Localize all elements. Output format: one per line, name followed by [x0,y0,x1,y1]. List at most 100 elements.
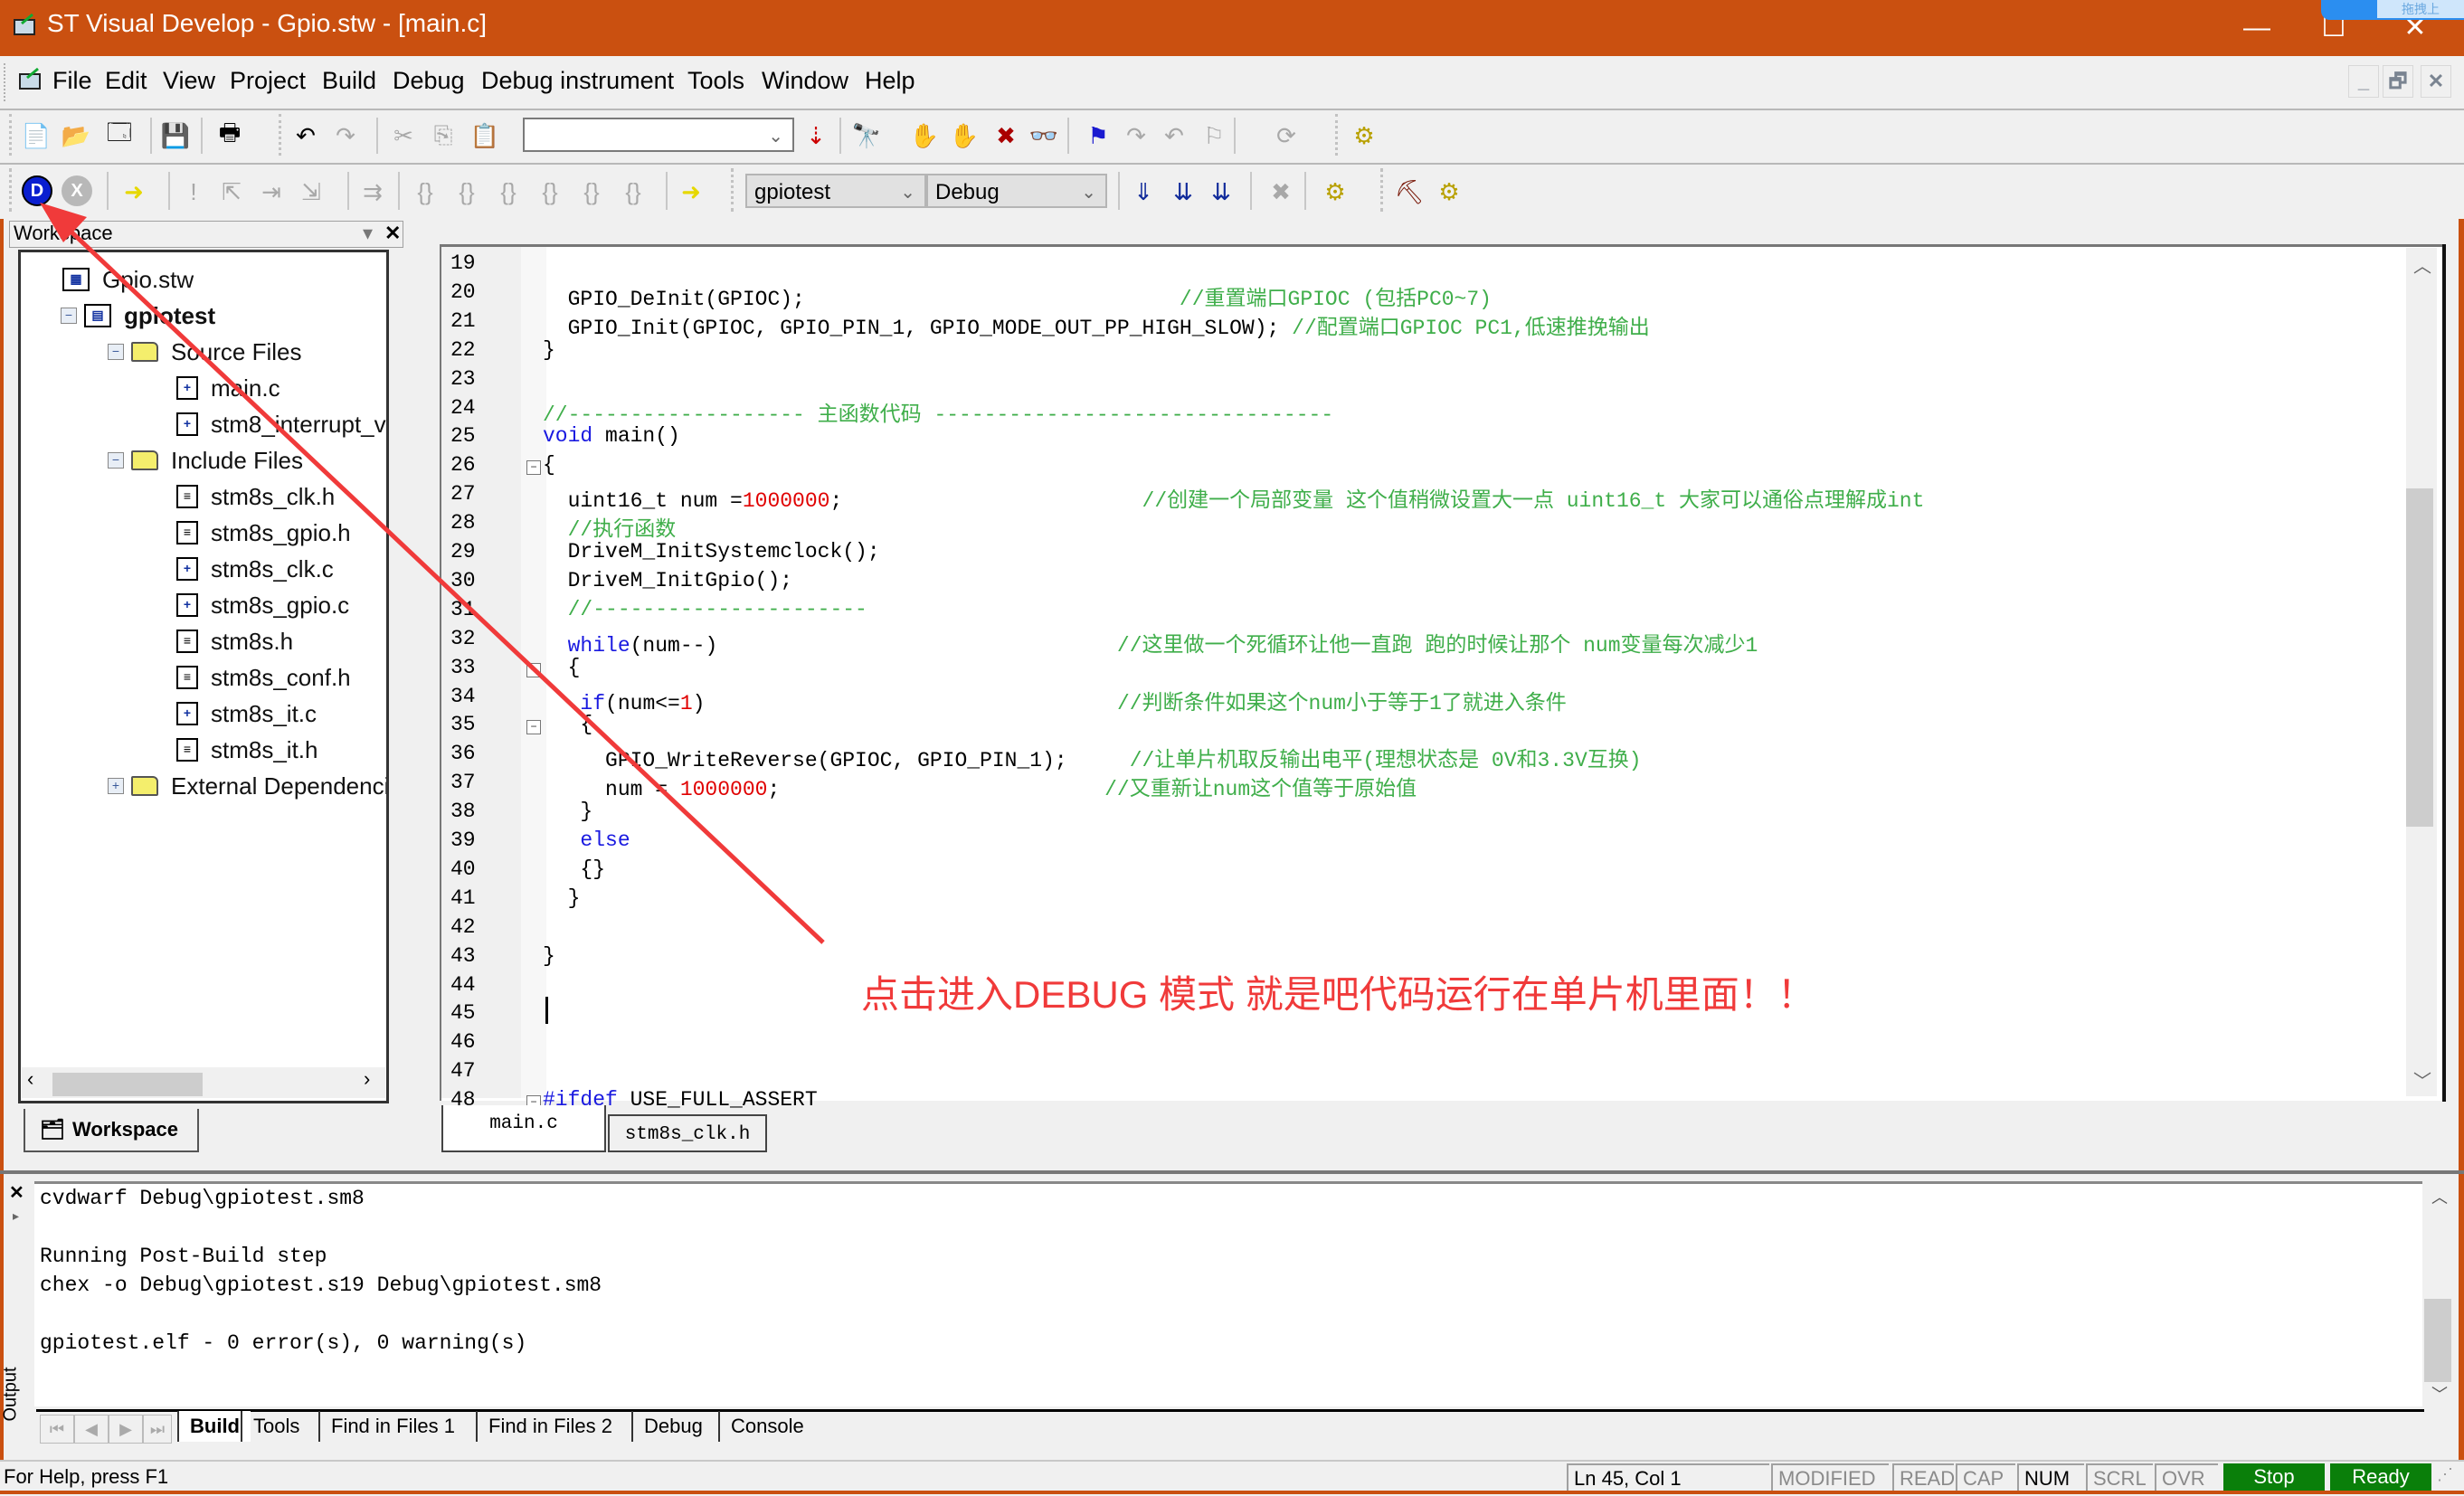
output-tab-find-in-files-1[interactable]: Find in Files 1 [318,1411,466,1442]
run-arrow-icon[interactable]: ➜ [118,175,150,208]
code-line[interactable]: {} [543,857,605,881]
tree-item[interactable]: − Include Files [108,442,303,478]
batch-build-icon[interactable]: ⚙ [1319,175,1351,208]
code-line[interactable]: //------------------- 主函数代码 ------------… [543,396,1333,427]
project-combo[interactable]: gpiotest ⌄ [745,174,926,208]
code-line[interactable]: { [543,453,555,477]
tree-item[interactable]: ≡ stm8s_conf.h [176,659,351,696]
step-brace-icon[interactable]: {} [409,175,441,208]
code-line[interactable]: while(num--) //这里做一个死循环让他一直跑 跑的时候让那个 num… [543,627,1758,658]
hand-disabled-icon[interactable]: ✋ [948,119,981,152]
code-line[interactable]: num = 1000000; //又重新让num这个值等于原始值 [543,771,1417,801]
tree-item[interactable]: ▦ Gpio.stw [62,261,194,298]
break-icon[interactable]: ! [177,175,210,208]
tree-item[interactable]: + External Dependencie [108,768,386,804]
scroll-down-icon[interactable]: ﹀ [2413,1066,2431,1093]
tree-item[interactable]: + stm8_interrupt_ve [176,406,386,442]
refresh-icon[interactable]: ⟳ [1270,119,1303,152]
next-bookmark-icon[interactable]: ↷ [1120,119,1152,152]
tree-item[interactable]: ≡ stm8s.h [176,623,293,659]
rebuild-all-icon[interactable]: ⇊ [1205,175,1237,208]
output-tab-tools[interactable]: Tools [241,1411,310,1442]
new-file-icon[interactable]: 📄 [20,119,52,152]
toolbar-grip[interactable] [1335,114,1345,156]
scrollbar-thumb[interactable] [2406,488,2433,827]
scroll-right-icon[interactable]: › [364,1067,370,1091]
step-brace-next-icon[interactable]: {} [617,175,649,208]
menu-help[interactable]: Help [865,67,915,95]
collapse-icon[interactable]: − [108,344,124,360]
scrollbar-thumb[interactable] [2424,1299,2451,1382]
toolbar-grip[interactable] [9,168,19,212]
tab-prev-icon[interactable]: ◀ [74,1415,109,1444]
tree-item[interactable]: − ▤ gpiotest [61,298,215,334]
binoculars-icon[interactable]: 🔭 [850,119,883,152]
menu-window[interactable]: Window [762,67,848,95]
editor-tab-main-c[interactable]: main.c [441,1105,606,1152]
code-line[interactable]: } [543,800,592,823]
tree-item[interactable]: ≡ stm8s_it.h [176,732,318,768]
scroll-up-icon[interactable]: ︿ [2431,1185,2448,1208]
workspace-tab[interactable]: 🗂 Workspace [24,1109,199,1152]
menu-tools[interactable]: Tools [687,67,744,95]
remove-breakpoints-icon[interactable]: ✖ [990,119,1022,152]
step-brace-over-icon[interactable]: {} [450,175,483,208]
prev-bookmark-icon[interactable]: ↶ [1158,119,1190,152]
open-file-icon[interactable]: 📂 [60,119,92,152]
code-line[interactable]: if(num<=1) //判断条件如果这个num小于等于1了就进入条件 [543,685,1566,715]
scroll-left-icon[interactable]: ‹ [27,1067,33,1091]
print-icon[interactable]: 🖶 [213,118,246,152]
new-window-icon[interactable]: 🗔 [103,118,136,152]
code-line[interactable]: void main() [543,424,680,448]
menu-file[interactable]: File [52,67,92,95]
code-line[interactable]: //---------------------- [543,598,867,621]
code-line[interactable]: //执行函数 [543,511,677,542]
code-line[interactable]: } [543,944,555,968]
collapse-icon[interactable]: − [108,452,124,469]
fold-collapse-icon[interactable]: − [526,720,541,735]
compile-icon[interactable]: ⇓ [1127,175,1160,208]
redo-icon[interactable]: ↷ [329,119,362,152]
menu-project[interactable]: Project [230,67,306,95]
programmer-icon[interactable]: ⛏ [1393,175,1426,208]
editor-tab-stm8s-clk-h[interactable]: stm8s_clk.h [608,1114,767,1152]
menu-build[interactable]: Build [322,67,376,95]
tools-settings-icon[interactable]: ⚙ [1433,175,1465,208]
mdi-close-button[interactable]: ✕ [2421,65,2451,98]
tab-next-icon[interactable]: ▶ [109,1415,143,1444]
output-splitter[interactable] [0,1170,2464,1174]
code-line[interactable]: } [543,338,555,362]
menu-view[interactable]: View [163,67,215,95]
mdi-restore-button[interactable]: 🗗 [2383,65,2413,98]
toolbar-grip[interactable] [9,114,19,156]
scroll-up-icon[interactable]: ︿ [2413,251,2431,278]
code-line[interactable]: GPIO_Init(GPIOC, GPIO_PIN_1, GPIO_MODE_O… [543,309,1650,340]
step-brace-into-icon[interactable]: {} [492,175,525,208]
scroll-down-icon[interactable]: ﹀ [2431,1382,2448,1406]
code-line[interactable]: { [543,656,581,679]
code-line[interactable]: uint16_t num =1000000; //创建一个局部变量 这个值稍微设… [543,482,1925,513]
scrollbar-thumb[interactable] [52,1073,203,1096]
build-tool-icon[interactable]: ⚙ [1348,119,1380,152]
overlay-badge[interactable]: 拖拽上 [2321,0,2464,20]
build-icon[interactable]: ⇊ [1167,175,1199,208]
toolbar-grip[interactable] [1380,168,1390,212]
code-line[interactable]: { [543,713,592,736]
code-line[interactable]: GPIO_WriteReverse(GPIOC, GPIO_PIN_1); //… [543,742,1642,772]
step-out-icon[interactable]: ⇲ [295,175,327,208]
stop-build-icon[interactable]: ✖ [1265,175,1297,208]
undo-icon[interactable]: ↶ [289,119,322,152]
tree-item[interactable]: + stm8s_it.c [176,696,317,732]
tree-item[interactable]: − Source Files [108,334,302,370]
bookmark-flag-icon[interactable]: ⚑ [1082,119,1114,152]
step-brace-out-icon[interactable]: {} [534,175,566,208]
step-over-icon[interactable]: ⇥ [255,175,288,208]
find-in-files-icon[interactable]: ⇣ [800,119,832,152]
minimize-button[interactable]: — [2225,7,2289,49]
output-tab-console[interactable]: Console [718,1411,815,1442]
output-tab-debug[interactable]: Debug [631,1411,714,1442]
start-debugging-icon[interactable]: D [22,175,52,206]
find-combo[interactable]: ⌄ [523,118,794,152]
clear-bookmarks-icon[interactable]: ⚐ [1198,119,1230,152]
resize-grip-icon[interactable]: ⋰ [2437,1465,2457,1491]
